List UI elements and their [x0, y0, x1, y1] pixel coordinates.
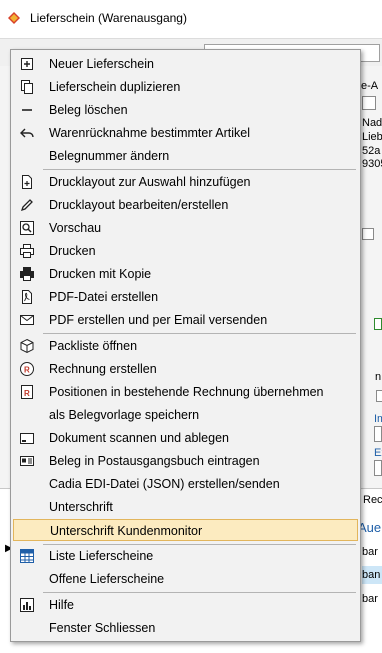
menu-item-signature[interactable]: Unterschrift	[13, 496, 358, 518]
menu-separator	[43, 592, 356, 593]
invoice-icon: R	[20, 362, 34, 376]
menu-item-close-window[interactable]: Fenster Schliessen	[13, 617, 358, 639]
transfer-invoice-icon: R	[21, 385, 33, 399]
background-indicator	[374, 318, 382, 330]
menu-item-open-delivery-notes[interactable]: Offene Lieferscheine	[13, 568, 358, 590]
menu-item-add-print-layout[interactable]: Drucklayout zur Auswahl hinzufügen	[13, 171, 358, 193]
background-text: bar	[362, 546, 378, 558]
printer-filled-icon	[20, 267, 34, 281]
new-document-icon	[21, 58, 33, 70]
scan-icon	[20, 433, 34, 444]
background-text: Lieb	[362, 131, 382, 143]
title-bar: Lieferschein (Warenausgang)	[0, 0, 382, 39]
menu-item-new-delivery-note[interactable]: Neuer Lieferschein	[13, 53, 358, 75]
undo-arrow-icon	[20, 128, 34, 138]
magnifier-icon	[20, 221, 34, 235]
menu-item-print-copy[interactable]: Drucken mit Kopie	[13, 263, 358, 285]
add-document-icon	[22, 175, 32, 189]
menu-item-preview[interactable]: Vorschau	[13, 217, 358, 239]
background-checkbox[interactable]	[376, 390, 382, 402]
table-icon	[20, 549, 34, 563]
menu-separator	[43, 333, 356, 334]
background-checkbox[interactable]	[362, 228, 374, 240]
menu-item-delete[interactable]: Beleg löschen	[13, 99, 358, 121]
background-text: n	[375, 371, 382, 383]
menu-item-create-pdf[interactable]: PDF-Datei erstellen	[13, 286, 358, 308]
background-text: e-A	[361, 80, 379, 92]
menu-item-edi-file[interactable]: Cadia EDI-Datei (JSON) erstellen/senden	[13, 473, 358, 495]
menu-item-list-delivery-notes[interactable]: Liste Lieferscheine	[13, 545, 358, 567]
context-menu: Neuer Lieferschein Lieferschein duplizie…	[10, 49, 361, 642]
menu-item-save-template[interactable]: als Belegvorlage speichern	[13, 404, 358, 426]
background-text: ban	[362, 569, 381, 581]
menu-item-help[interactable]: Hilfe	[13, 594, 358, 616]
background-text: Nad	[362, 117, 382, 129]
help-chart-icon	[20, 598, 34, 612]
minus-icon	[22, 109, 32, 111]
background-text: bar	[362, 593, 378, 605]
package-icon	[20, 338, 34, 354]
menu-item-packing-list[interactable]: Packliste öffnen	[13, 335, 358, 357]
background-text: Ex	[374, 447, 382, 459]
menu-item-postbook[interactable]: Beleg in Postausgangsbuch eintragen	[13, 450, 358, 472]
envelope-icon	[20, 315, 34, 325]
background-text: Rec	[363, 494, 382, 506]
menu-item-scan-document[interactable]: Dokument scannen und ablegen	[13, 427, 358, 449]
background-text: Im	[374, 413, 382, 425]
duplicate-icon	[21, 80, 33, 94]
background-text: 52a	[362, 145, 381, 157]
pdf-icon	[22, 290, 32, 304]
background-button[interactable]	[362, 96, 376, 110]
printer-icon	[20, 244, 34, 258]
menu-item-duplicate[interactable]: Lieferschein duplizieren	[13, 76, 358, 98]
app-logo-icon	[8, 12, 20, 24]
background-text: Aue	[358, 520, 382, 535]
background-text: 9305	[362, 158, 382, 170]
menu-item-pdf-email[interactable]: PDF erstellen und per Email versenden	[13, 309, 358, 331]
background-field[interactable]	[374, 426, 382, 442]
background-field[interactable]	[374, 460, 382, 476]
svg-text:R: R	[24, 366, 30, 375]
pencil-icon	[20, 199, 33, 212]
menu-item-create-invoice[interactable]: R Rechnung erstellen	[13, 358, 358, 380]
menu-item-edit-print-layout[interactable]: Drucklayout bearbeiten/erstellen	[13, 194, 358, 216]
postbook-icon	[20, 456, 34, 466]
window-title: Lieferschein (Warenausgang)	[30, 11, 187, 25]
menu-item-transfer-positions[interactable]: R Positionen in bestehende Rechnung über…	[13, 381, 358, 403]
menu-item-return-goods[interactable]: Warenrücknahme bestimmter Artikel	[13, 122, 358, 144]
svg-text:R: R	[24, 389, 30, 398]
menu-item-print[interactable]: Drucken	[13, 240, 358, 262]
menu-item-change-number[interactable]: Belegnummer ändern	[13, 145, 358, 167]
menu-item-signature-monitor[interactable]: Unterschrift Kundenmonitor	[13, 519, 358, 541]
menu-separator	[43, 169, 356, 170]
